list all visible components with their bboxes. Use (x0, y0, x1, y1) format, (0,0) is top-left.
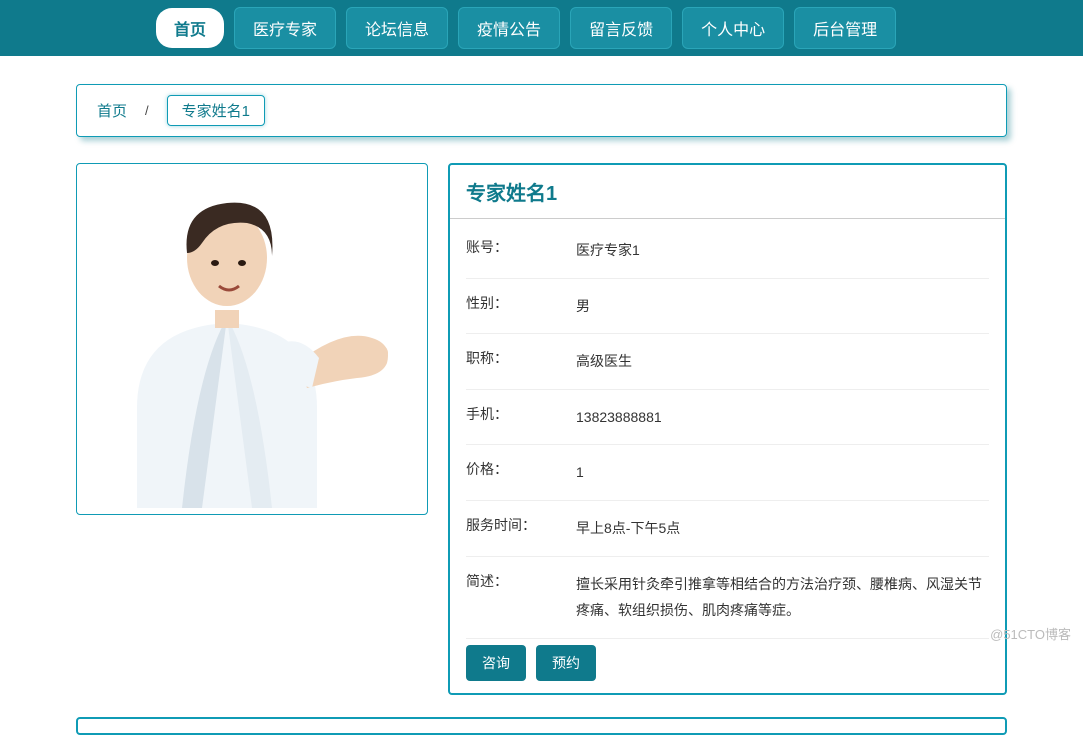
consult-button[interactable]: 咨询 (466, 645, 526, 681)
watermark: @51CTO博客 (990, 624, 1071, 643)
expert-title: 专家姓名1 (450, 165, 1005, 219)
title-value: 高级医生 (576, 348, 989, 375)
nav-tab-forum[interactable]: 论坛信息 (346, 7, 448, 49)
breadcrumb-separator: / (145, 103, 149, 118)
field-account: 账号： 医疗专家1 (466, 223, 989, 279)
breadcrumb-home-link[interactable]: 首页 (97, 100, 127, 121)
gender-value: 男 (576, 293, 989, 320)
expert-photo-panel (76, 163, 428, 515)
field-gender: 性别： 男 (466, 279, 989, 335)
nav-tab-experts[interactable]: 医疗专家 (234, 7, 336, 49)
hours-value: 早上8点-下午5点 (576, 515, 989, 542)
book-button[interactable]: 预约 (536, 645, 596, 681)
field-price: 价格： 1 (466, 445, 989, 501)
field-phone: 手机： 13823888881 (466, 390, 989, 446)
title-label: 职称： (466, 348, 576, 375)
phone-value: 13823888881 (576, 404, 989, 431)
nav-tab-feedback[interactable]: 留言反馈 (570, 7, 672, 49)
price-value: 1 (576, 459, 989, 486)
nav-tab-notice[interactable]: 疫情公告 (458, 7, 560, 49)
content-container: 首页 / 专家姓名1 专家姓名1 (0, 56, 1083, 745)
doctor-photo-icon (107, 168, 397, 508)
nav-tab-home[interactable]: 首页 (156, 8, 224, 48)
main-row: 专家姓名1 账号： 医疗专家1 性别： 男 职称： 高级医生 手机： 13823… (76, 163, 1007, 695)
field-summary: 简述： 擅长采用针灸牵引推拿等相结合的方法治疗颈、腰椎病、风湿关节疼痛、软组织损… (466, 557, 989, 639)
account-value: 医疗专家1 (576, 237, 989, 264)
account-label: 账号： (466, 237, 576, 264)
action-row: 咨询 预约 (466, 645, 989, 681)
hours-label: 服务时间： (466, 515, 576, 542)
breadcrumb-current: 专家姓名1 (167, 95, 265, 126)
gender-label: 性别： (466, 293, 576, 320)
breadcrumb: 首页 / 专家姓名1 (76, 84, 1007, 137)
bottom-panel (76, 717, 1007, 735)
summary-label: 简述： (466, 571, 576, 624)
expert-detail-panel: 专家姓名1 账号： 医疗专家1 性别： 男 职称： 高级医生 手机： 13823… (448, 163, 1007, 695)
summary-value: 擅长采用针灸牵引推拿等相结合的方法治疗颈、腰椎病、风湿关节疼痛、软组织损伤、肌肉… (576, 571, 989, 624)
top-nav-bar: 首页 医疗专家 论坛信息 疫情公告 留言反馈 个人中心 后台管理 (0, 0, 1083, 56)
field-title: 职称： 高级医生 (466, 334, 989, 390)
nav-tab-profile[interactable]: 个人中心 (682, 7, 784, 49)
phone-label: 手机： (466, 404, 576, 431)
expert-detail-body: 账号： 医疗专家1 性别： 男 职称： 高级医生 手机： 13823888881… (450, 219, 1005, 693)
price-label: 价格： (466, 459, 576, 486)
field-hours: 服务时间： 早上8点-下午5点 (466, 501, 989, 557)
nav-tab-admin[interactable]: 后台管理 (794, 7, 896, 49)
